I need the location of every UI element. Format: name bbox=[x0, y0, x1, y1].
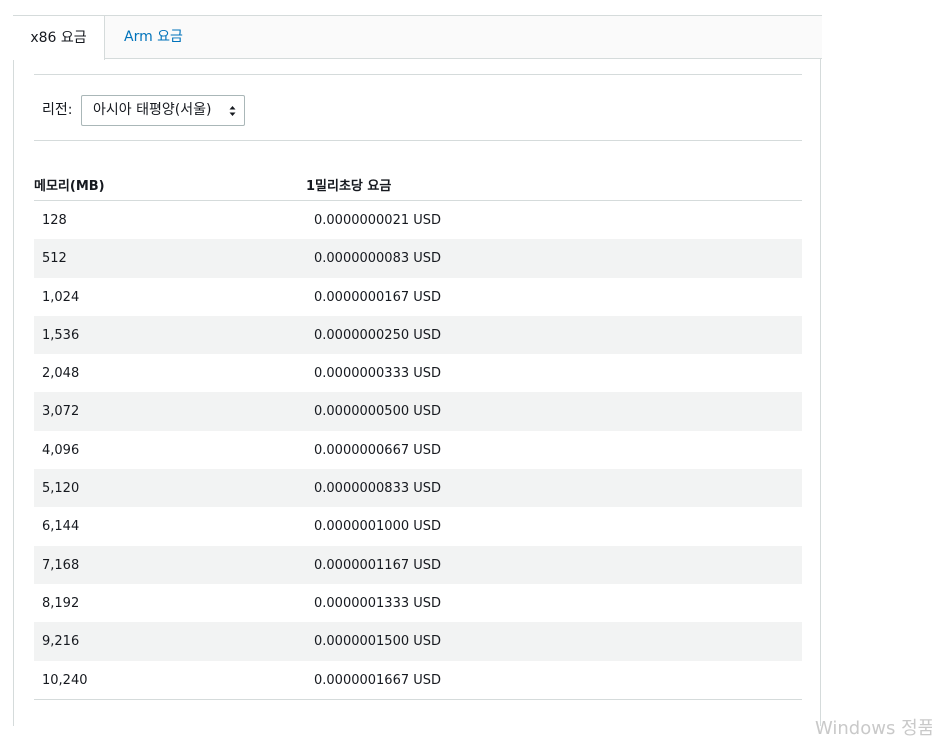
price-cell: 0.0000000167 USD bbox=[314, 289, 442, 305]
select-updown-icon bbox=[229, 106, 236, 116]
region-select-value: 아시아 태평양(서울) bbox=[93, 102, 212, 118]
table-row: 1,536 0.0000000250 USD bbox=[34, 315, 802, 355]
table-header: 메모리(MB) 1밀리초당 요금 bbox=[34, 165, 802, 201]
table-row: 3,072 0.0000000500 USD bbox=[34, 392, 802, 431]
price-cell: 0.0000001000 USD bbox=[314, 519, 442, 535]
table-row: 10,240 0.0000001667 USD bbox=[34, 661, 802, 699]
memory-cell: 4,096 bbox=[42, 442, 80, 458]
table-body: 128 0.0000000021 USD 512 0.0000000083 USD 1,… bbox=[34, 201, 802, 699]
price-cell: 0.0000001500 USD bbox=[314, 634, 442, 650]
region-select[interactable]: 아시아 태평양(서울) bbox=[81, 95, 245, 126]
pricing-panel: x86 요금 Arm 요금 리전: 아시아 태평양(서울) 메모리(MB) 1밀… bbox=[13, 15, 822, 726]
divider-top bbox=[34, 74, 802, 75]
region-label: 리전: bbox=[42, 102, 73, 118]
column-header-memory: 메모리(MB) bbox=[34, 179, 105, 194]
price-cell: 0.0000001333 USD bbox=[314, 595, 442, 611]
table-row: 9,216 0.0000001500 USD bbox=[34, 622, 802, 661]
price-cell: 0.0000000250 USD bbox=[314, 327, 442, 343]
tab-x86-pricing[interactable]: x86 요금 bbox=[13, 15, 105, 60]
memory-cell: 6,144 bbox=[42, 519, 80, 535]
pricing-tab-bar: x86 요금 Arm 요금 bbox=[13, 15, 822, 60]
divider-mid bbox=[34, 140, 802, 141]
pricing-table: 메모리(MB) 1밀리초당 요금 128 0.0000000021 USD 512 0… bbox=[34, 165, 802, 700]
memory-cell: 2,048 bbox=[42, 366, 80, 382]
table-row: 2,048 0.0000000333 USD bbox=[34, 354, 802, 392]
memory-cell: 5,120 bbox=[42, 481, 80, 497]
table-row: 7,168 0.0000001167 USD bbox=[34, 545, 802, 584]
memory-cell: 1,024 bbox=[42, 289, 80, 305]
table-row: 1,024 0.0000000167 USD bbox=[34, 278, 802, 316]
price-cell: 0.0000001167 USD bbox=[314, 557, 442, 573]
table-row: 6,144 0.0000001000 USD bbox=[34, 507, 802, 545]
price-cell: 0.0000000333 USD bbox=[314, 366, 442, 382]
memory-cell: 7,168 bbox=[42, 557, 80, 573]
column-header-price: 1밀리초당 요금 bbox=[306, 179, 392, 194]
memory-cell: 8,192 bbox=[42, 595, 80, 611]
price-cell: 0.0000001667 USD bbox=[314, 672, 442, 688]
memory-cell: 1,536 bbox=[42, 327, 80, 343]
table-row: 5,120 0.0000000833 USD bbox=[34, 469, 802, 508]
tab-arm-pricing[interactable]: Arm 요금 bbox=[124, 15, 183, 60]
table-row: 8,192 0.0000001333 USD bbox=[34, 584, 802, 622]
memory-cell: 3,072 bbox=[42, 404, 80, 420]
price-cell: 0.0000000500 USD bbox=[314, 404, 442, 420]
price-cell: 0.0000000667 USD bbox=[314, 442, 442, 458]
price-cell: 0.0000000833 USD bbox=[314, 481, 442, 497]
price-cell: 0.0000000083 USD bbox=[314, 251, 442, 267]
memory-cell: 9,216 bbox=[42, 634, 80, 650]
price-cell: 0.0000000021 USD bbox=[314, 213, 442, 228]
table-row: 128 0.0000000021 USD bbox=[34, 201, 802, 239]
table-bottom-rule bbox=[34, 698, 802, 700]
windows-activation-watermark: Windows 정품 bbox=[815, 718, 932, 739]
memory-cell: 128 bbox=[42, 213, 67, 228]
table-row: 4,096 0.0000000667 USD bbox=[34, 431, 802, 469]
memory-cell: 512 bbox=[42, 251, 67, 267]
memory-cell: 10,240 bbox=[42, 672, 88, 688]
table-row: 512 0.0000000083 USD bbox=[34, 239, 802, 278]
